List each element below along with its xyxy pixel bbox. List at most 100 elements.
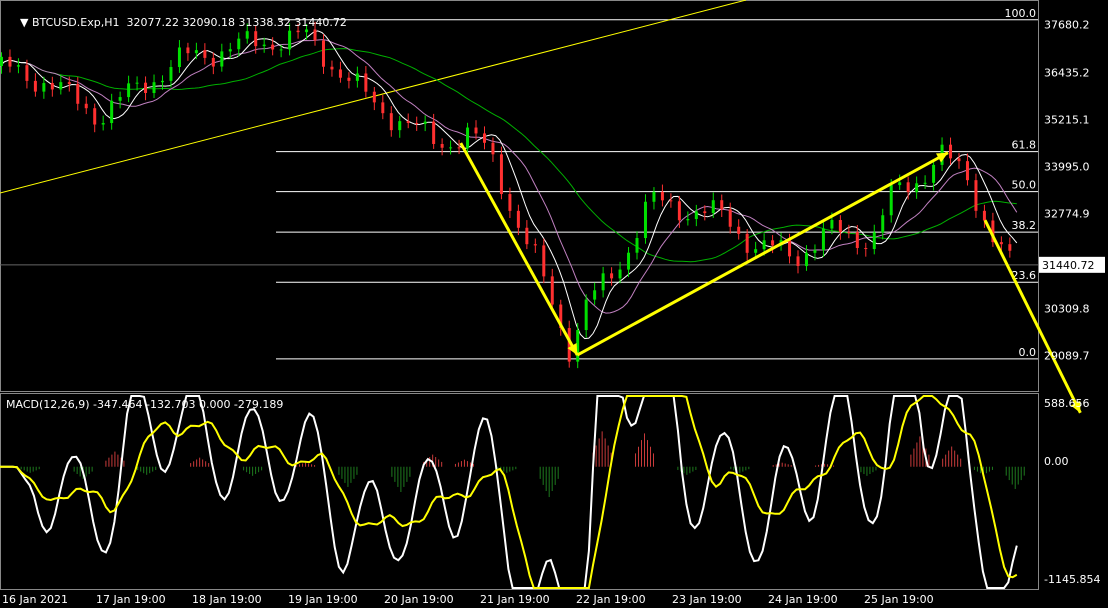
candle-body (855, 232, 859, 249)
macd-axis-tick-label: 0.00 (1044, 455, 1069, 468)
candle-body (923, 182, 927, 184)
candle-body (525, 227, 529, 245)
candle-body (965, 161, 969, 181)
candle-body (906, 182, 910, 193)
candle-body (279, 49, 283, 51)
candle-body (415, 123, 419, 125)
candle-body (186, 47, 190, 54)
candle-body (406, 121, 410, 124)
candle-body (601, 273, 605, 291)
candle-body (466, 127, 470, 149)
analysis-arrow-line (983, 219, 1082, 414)
candle-body (720, 200, 724, 210)
candle-body (838, 220, 842, 233)
candle-body (745, 233, 749, 253)
candle-body (127, 83, 131, 98)
candle-body (881, 215, 885, 233)
candle-body (533, 244, 537, 246)
analysis-arrow-line (576, 151, 949, 357)
candle-body (635, 238, 639, 253)
candle-body (610, 273, 614, 279)
fib-level-label: 0.0 (1019, 346, 1037, 359)
candle-body (711, 200, 715, 214)
current-price-label: 31440.72 (1042, 259, 1095, 272)
candle-body (932, 164, 936, 183)
candle-body (974, 180, 978, 211)
chart-canvas: 100.061.850.038.223.60.037680.236435.235… (0, 0, 1105, 606)
candle-body (449, 147, 453, 149)
candle-body (8, 56, 12, 67)
trading-chart: 100.0 61.8 50.0 38.2 23.6 0.0 37680.2 36435.2 35… (0, 0, 1108, 608)
candle-body (474, 127, 478, 134)
candle-body (643, 201, 647, 239)
candle-body (93, 108, 97, 125)
price-axis-tick-label: 35215.1 (1044, 113, 1090, 126)
candle-body (762, 240, 766, 250)
candle-body (754, 249, 758, 253)
candle-body (110, 100, 114, 124)
candle-body (203, 50, 207, 58)
candle-body (898, 182, 902, 186)
candle-body (50, 83, 54, 90)
candle-body (16, 65, 20, 67)
candle-body (440, 143, 444, 148)
candle-body (381, 102, 385, 114)
candle-body (457, 147, 461, 149)
candle-body (42, 83, 46, 92)
candle-body (499, 154, 503, 195)
candle-body (1008, 244, 1012, 251)
symbol-info: ▼ BTCUSD.Exp,H1 32077.22 32090.18 31338.… (6, 3, 347, 42)
candle-body (355, 73, 359, 81)
candle-body (703, 211, 707, 214)
time-axis-tick-label: 18 Jan 19:00 (192, 593, 262, 606)
price-axis-tick-label: 32774.9 (1044, 207, 1090, 220)
candle-body (347, 77, 351, 81)
main-pane-frame (0, 0, 1039, 392)
time-axis-tick-label: 24 Jan 19:00 (768, 593, 838, 606)
price-axis-tick-label: 29089.7 (1044, 349, 1090, 362)
fib-level-label: 50.0 (1012, 179, 1037, 192)
fib-level-label: 61.8 (1012, 139, 1037, 152)
candle-body (593, 290, 597, 300)
candle-body (686, 219, 690, 221)
macd-signal-line (0, 395, 1018, 589)
macd-info: MACD(12,26,9) -347.464 -132.703 0.000 -2… (6, 398, 284, 411)
candle-body (627, 252, 631, 270)
price-axis-tick-label: 37680.2 (1044, 18, 1090, 31)
price-axis-tick-label: 30309.8 (1044, 302, 1090, 315)
time-axis-tick-label: 19 Jan 19:00 (288, 593, 358, 606)
price-axis-tick-label: 33995.0 (1044, 160, 1090, 173)
time-axis-tick-label: 20 Jan 19:00 (384, 593, 454, 606)
candle-body (194, 50, 198, 54)
candle-body (796, 256, 800, 267)
candle-body (33, 80, 37, 92)
candle-body (737, 226, 741, 234)
macd-axis-tick-label: 588.656 (1044, 397, 1090, 410)
candle-body (262, 44, 266, 47)
candle-body (618, 269, 622, 279)
time-axis-tick-label: 22 Jan 19:00 (576, 593, 646, 606)
candle-body (550, 276, 554, 305)
candle-body (864, 248, 868, 250)
candle-body (982, 210, 986, 221)
candle-body (338, 69, 342, 78)
candle-body (372, 91, 376, 103)
candle-body (228, 49, 232, 52)
time-axis-tick-label: 17 Jan 19:00 (96, 593, 166, 606)
candle-body (813, 250, 817, 253)
candle-body (84, 103, 88, 109)
candle-body (889, 185, 893, 216)
candle-body (76, 83, 80, 104)
candle-body (321, 40, 325, 67)
candle-body (694, 211, 698, 220)
candle-body (516, 210, 520, 228)
candle-body (271, 44, 275, 50)
candle-body (669, 200, 673, 202)
candle-body (135, 82, 139, 84)
candle-body (177, 47, 181, 68)
time-axis-tick-label: 23 Jan 19:00 (672, 593, 742, 606)
time-axis-tick-label: 21 Jan 19:00 (480, 593, 550, 606)
candle-body (160, 80, 164, 83)
candle-body (152, 82, 156, 94)
candle-body (432, 121, 436, 144)
